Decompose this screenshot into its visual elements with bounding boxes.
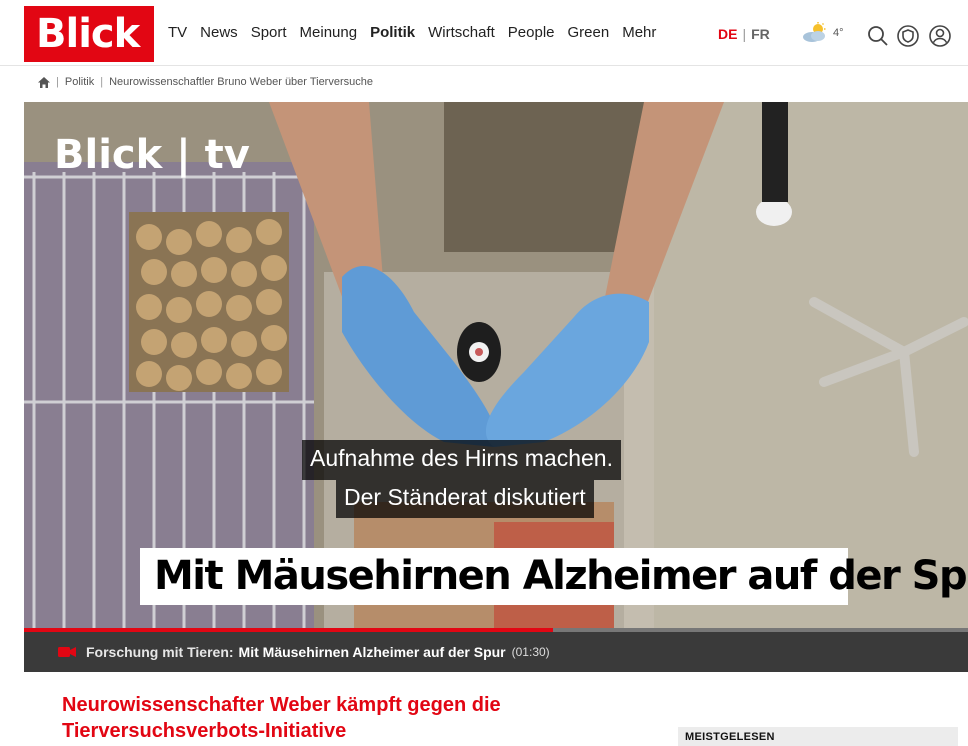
- nav-item-people[interactable]: People: [508, 24, 555, 41]
- nav-item-news[interactable]: News: [200, 24, 238, 41]
- nav-item-meinung[interactable]: Meinung: [300, 24, 358, 41]
- video-headline-overlay: Mit Mäusehirnen Alzheimer auf der Spur: [140, 548, 968, 605]
- nav-item-sport[interactable]: Sport: [251, 24, 287, 41]
- video-subtitle-line-2: Der Ständerat diskutiert: [336, 480, 594, 518]
- breadcrumb-item-current: Neurowissenschaftler Bruno Weber über Ti…: [109, 76, 373, 88]
- article-title-line-1: Neurowissenschafter Weber kämpft gegen d…: [62, 694, 501, 716]
- nav-item-politik[interactable]: Politik: [370, 24, 415, 41]
- nav-item-mehr[interactable]: Mehr: [622, 24, 656, 41]
- search-icon[interactable]: [866, 24, 890, 48]
- video-player[interactable]: Blick | tv Aufnahme des Hirns machen. De…: [24, 102, 968, 630]
- shield-icon[interactable]: [896, 24, 920, 48]
- video-camera-icon: [58, 647, 76, 657]
- breadcrumb: | Politik | Neurowissenschaftler Bruno W…: [38, 76, 373, 88]
- home-icon[interactable]: [38, 76, 50, 88]
- video-subtitle-line-1: Aufnahme des Hirns machen.: [302, 440, 621, 480]
- lang-de-link[interactable]: DE: [718, 26, 737, 42]
- video-caption-bar[interactable]: Forschung mit Tieren: Mit Mäusehirnen Al…: [24, 632, 968, 672]
- blick-tv-logo: Blick | tv: [54, 132, 250, 178]
- blick-logo[interactable]: Blick: [24, 6, 154, 62]
- article-title: Neurowissenschafter Weber kämpft gegen d…: [62, 692, 582, 744]
- weather-widget[interactable]: 4°: [800, 22, 844, 44]
- nav-item-green[interactable]: Green: [568, 24, 610, 41]
- lang-separator: |: [742, 26, 747, 42]
- breadcrumb-separator: |: [100, 76, 104, 88]
- site-header: Blick TV News Sport Meinung Politik Wirt…: [0, 0, 968, 66]
- most-read-heading: MEISTGELESEN: [685, 731, 775, 743]
- breadcrumb-separator: |: [56, 76, 59, 88]
- breadcrumb-item-politik[interactable]: Politik: [65, 76, 94, 88]
- video-title-label[interactable]: Mit Mäusehirnen Alzheimer auf der Spur: [239, 644, 506, 660]
- lang-fr-link[interactable]: FR: [751, 26, 770, 42]
- user-icon[interactable]: [928, 24, 952, 48]
- nav-item-tv[interactable]: TV: [168, 24, 187, 41]
- main-nav: TV News Sport Meinung Politik Wirtschaft…: [168, 24, 669, 41]
- language-switch: DE | FR: [718, 26, 770, 42]
- article-title-line-2: Tierversuchsverbots-Initiative: [62, 720, 347, 742]
- video-duration: (01:30): [511, 645, 550, 659]
- weather-temperature: 4°: [833, 27, 844, 39]
- most-read-box: MEISTGELESEN: [678, 727, 958, 746]
- weather-icon: [803, 22, 826, 42]
- nav-item-wirtschaft[interactable]: Wirtschaft: [428, 24, 495, 41]
- video-category-label: Forschung mit Tieren:: [86, 644, 234, 660]
